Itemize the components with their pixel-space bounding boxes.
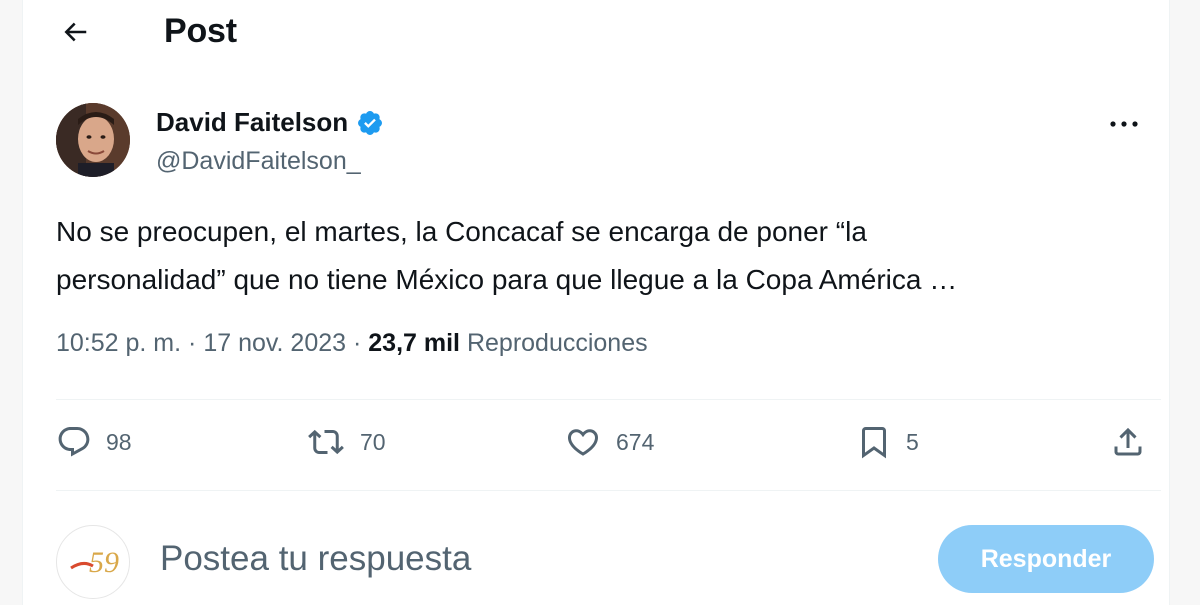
share-icon [1114,427,1142,456]
reply-composer: 59 Responder [56,520,1156,600]
views-label: Reproducciones [466,329,648,357]
tweet-text: No se preocupen, el martes, la Concacaf … [56,208,1156,304]
heart-icon [567,429,599,456]
tweet-author: David Faitelson @DavidFaitelson_ [56,103,1146,183]
views-count: 23,7 mil [368,329,460,357]
author-name-row: David Faitelson [156,107,384,138]
tweet-meta: 10:52 p. m. · 17 nov. 2023 · 23,7 mil Re… [56,329,648,358]
reply-button[interactable]: 98 [56,424,132,460]
verified-badge-icon [358,110,383,135]
author-name[interactable]: David Faitelson [156,107,348,138]
divider [56,399,1161,400]
share-button[interactable] [1110,424,1146,460]
repost-button[interactable]: 70 [306,424,386,460]
meta-separator: · [352,329,369,357]
bookmark-icon [862,427,886,459]
divider [56,490,1161,491]
avatar-logo-text: 59 [89,546,119,579]
like-button[interactable]: 674 [564,424,654,460]
repost-icon [308,429,344,455]
current-user-avatar[interactable]: 59 [56,525,130,599]
back-button[interactable] [53,14,97,50]
reply-count: 98 [106,428,132,455]
repost-count: 70 [360,428,386,455]
bookmark-button[interactable]: 5 [856,424,919,460]
like-count: 674 [616,428,655,455]
arrow-left-icon [64,22,87,42]
tweet-text-line: personalidad” que no tiene México para q… [56,264,958,295]
tweet-date[interactable]: 17 nov. 2023 [203,329,346,357]
tweet-text-line: No se preocupen, el martes, la Concacaf … [56,216,867,247]
meta-separator: · [188,329,204,357]
author-handle[interactable]: @DavidFaitelson_ [156,147,361,176]
more-options-button[interactable] [1104,109,1144,139]
reply-submit-button[interactable]: Responder [938,525,1154,593]
page-title: Post [164,12,237,50]
more-horizontal-icon [1110,121,1138,127]
avatar-image [56,103,130,177]
reply-input[interactable] [160,534,900,584]
avatar[interactable] [56,103,130,177]
avatar-logo: 59 [70,546,119,579]
post-header: Post [23,0,1169,64]
tweet-time[interactable]: 10:52 p. m. [56,329,181,357]
tweet-actions: 98 70 674 5 [56,416,1156,476]
reply-icon [58,427,90,457]
bookmark-count: 5 [906,428,919,455]
post-panel: Post David Faitelson @DavidFaitelson_ No… [22,0,1170,605]
